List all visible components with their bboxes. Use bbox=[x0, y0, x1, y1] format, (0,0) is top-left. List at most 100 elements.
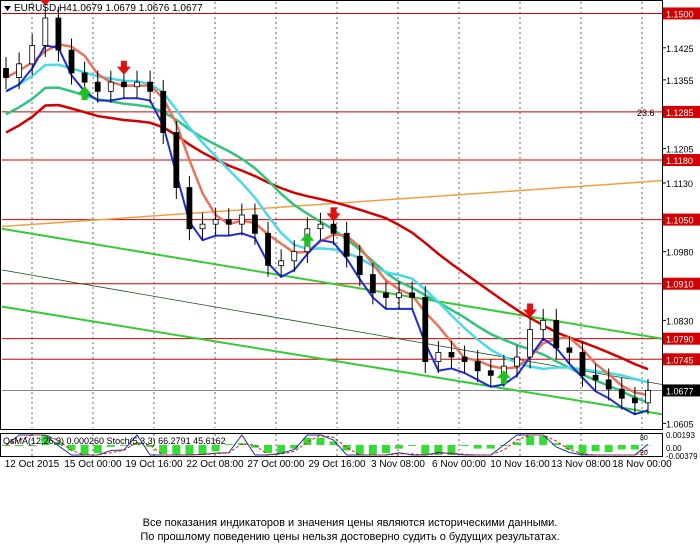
osma-bar bbox=[185, 445, 194, 455]
candle-body bbox=[29, 45, 36, 65]
x-tick-label: 3 Nov 08:00 bbox=[371, 459, 425, 470]
x-tick-label: 29 Oct 16:00 bbox=[308, 459, 366, 470]
osma-bar bbox=[316, 437, 325, 445]
osma-bar bbox=[395, 445, 404, 449]
candle-body bbox=[566, 347, 573, 353]
y-tick-label: 1.0830 bbox=[666, 316, 694, 326]
price-tag-label: 1.0677 bbox=[666, 386, 694, 396]
candle-body bbox=[383, 292, 389, 298]
osma-bar bbox=[408, 445, 417, 446]
candle-body bbox=[527, 329, 533, 358]
price-tag-label: 1.1180 bbox=[666, 156, 693, 166]
candle-body bbox=[592, 374, 599, 381]
candle-body bbox=[605, 379, 612, 390]
candle-body bbox=[265, 232, 271, 266]
candle-body bbox=[55, 17, 62, 51]
candle-body bbox=[121, 81, 127, 88]
candle-body bbox=[160, 90, 167, 133]
candle-body bbox=[252, 214, 258, 234]
y-axis-ticks: 1.1500 1.1425 1.1355 1.1285 1.12051.1180 1.11… bbox=[662, 7, 700, 429]
y-tick-label: 1.0605 bbox=[666, 419, 694, 429]
x-tick-label: 27 Oct 00:00 bbox=[247, 459, 305, 470]
stoch-level-80: 80 bbox=[640, 435, 648, 442]
x-tick-label: 19 Oct 16:00 bbox=[125, 459, 183, 470]
osma-bar bbox=[630, 445, 639, 450]
indicator-y-tick: 0.00193 bbox=[666, 431, 695, 440]
osma-bar bbox=[591, 445, 600, 452]
osma-bar bbox=[617, 445, 626, 450]
candle-body bbox=[317, 223, 324, 230]
osma-bar bbox=[368, 445, 377, 455]
candle-body bbox=[147, 81, 154, 92]
candle-body bbox=[107, 81, 114, 92]
chart-svg: 1.1500 1.1425 1.1355 1.1285 1.12051.1180 1.11… bbox=[0, 0, 700, 470]
osma-bar bbox=[381, 445, 390, 454]
osma-bar bbox=[460, 445, 469, 446]
candle-body bbox=[461, 356, 468, 362]
candle-body bbox=[278, 260, 285, 266]
price-chart: 1.1500 1.1425 1.1355 1.1285 1.1205 1.1180 1.11… bbox=[0, 0, 700, 470]
candle-body bbox=[16, 63, 23, 78]
price-tag-label: 1.1500 bbox=[666, 9, 694, 19]
candle-body bbox=[199, 223, 206, 230]
candle-body bbox=[291, 251, 298, 262]
candle-body bbox=[330, 223, 337, 234]
x-tick-label: 15 Oct 00:00 bbox=[64, 459, 122, 470]
candle-body bbox=[618, 388, 625, 399]
y-tick-label: 1.1425 bbox=[666, 44, 694, 54]
candle-body bbox=[42, 17, 49, 46]
osma-bar bbox=[604, 445, 613, 453]
osma-bar bbox=[565, 445, 574, 450]
price-tag-label: 1.0910 bbox=[666, 280, 694, 290]
price-tag-label: 1.0790 bbox=[666, 335, 694, 345]
x-tick-label: 22 Oct 08:00 bbox=[186, 459, 244, 470]
osma-bar bbox=[473, 445, 482, 449]
y-tick-label: 1.1130 bbox=[666, 179, 693, 189]
x-tick-label: 6 Nov 00:00 bbox=[432, 459, 486, 470]
candle-body bbox=[212, 219, 219, 225]
candle-body bbox=[369, 274, 376, 294]
candle-body bbox=[435, 352, 442, 362]
stoch-level-20: 20 bbox=[640, 450, 648, 457]
x-tick-label: 18 Nov 00:00 bbox=[612, 459, 672, 470]
fib-label: 23.6 bbox=[637, 108, 655, 118]
osma-bar bbox=[421, 445, 430, 455]
indicator-label: OsMA(12,26,9) 0.000260 Stoch(5,3,3) 66.2… bbox=[3, 436, 226, 446]
candle-body bbox=[409, 292, 416, 298]
x-tick-label: 13 Nov 08:00 bbox=[551, 459, 611, 470]
candle-body bbox=[68, 49, 75, 74]
symbol-label: EURUSD,H4 bbox=[14, 3, 72, 14]
ohlc-label: 1.0679 1.0679 1.0676 1.0677 bbox=[72, 3, 203, 14]
osma-bar bbox=[264, 445, 273, 454]
candle-body bbox=[186, 187, 193, 230]
price-tag-label: 1.1285 bbox=[666, 108, 694, 118]
candle-body bbox=[134, 81, 140, 88]
disclaimer-line-2: По прошлому поведению цены нельзя достов… bbox=[140, 531, 560, 543]
y-tick-label: 1.1355 bbox=[666, 76, 694, 86]
candle-body bbox=[173, 132, 180, 188]
candle-body bbox=[356, 255, 363, 275]
osma-bar bbox=[172, 445, 181, 455]
candle-body bbox=[645, 390, 651, 404]
candle-body bbox=[396, 292, 402, 298]
osma-bar bbox=[526, 436, 535, 445]
disclaimer-line-1: Все показания индикаторов и значения цен… bbox=[142, 517, 558, 529]
osma-bar bbox=[93, 445, 102, 454]
candle-body bbox=[487, 370, 494, 376]
candle-body bbox=[3, 68, 9, 78]
price-tag-label: 1.0745 bbox=[666, 355, 694, 365]
price-tag-label: 1.1050 bbox=[666, 216, 694, 226]
x-tick-label: 12 Oct 2015 bbox=[5, 459, 60, 470]
candle-body bbox=[448, 352, 455, 358]
candle-body bbox=[540, 319, 547, 330]
candle-body bbox=[422, 297, 429, 362]
candle-body bbox=[474, 361, 481, 372]
candle-body bbox=[225, 219, 232, 225]
x-tick-label: 10 Nov 16:00 bbox=[490, 459, 550, 470]
candle-body bbox=[553, 319, 560, 349]
x-axis-ticks: 12 Oct 2015 15 Oct 00:00 19 Oct 16:00 22 Oc… bbox=[5, 459, 672, 470]
osma-bar bbox=[224, 444, 233, 445]
candle-body bbox=[94, 81, 101, 92]
candle-body bbox=[81, 72, 88, 83]
candle-body bbox=[579, 352, 586, 376]
